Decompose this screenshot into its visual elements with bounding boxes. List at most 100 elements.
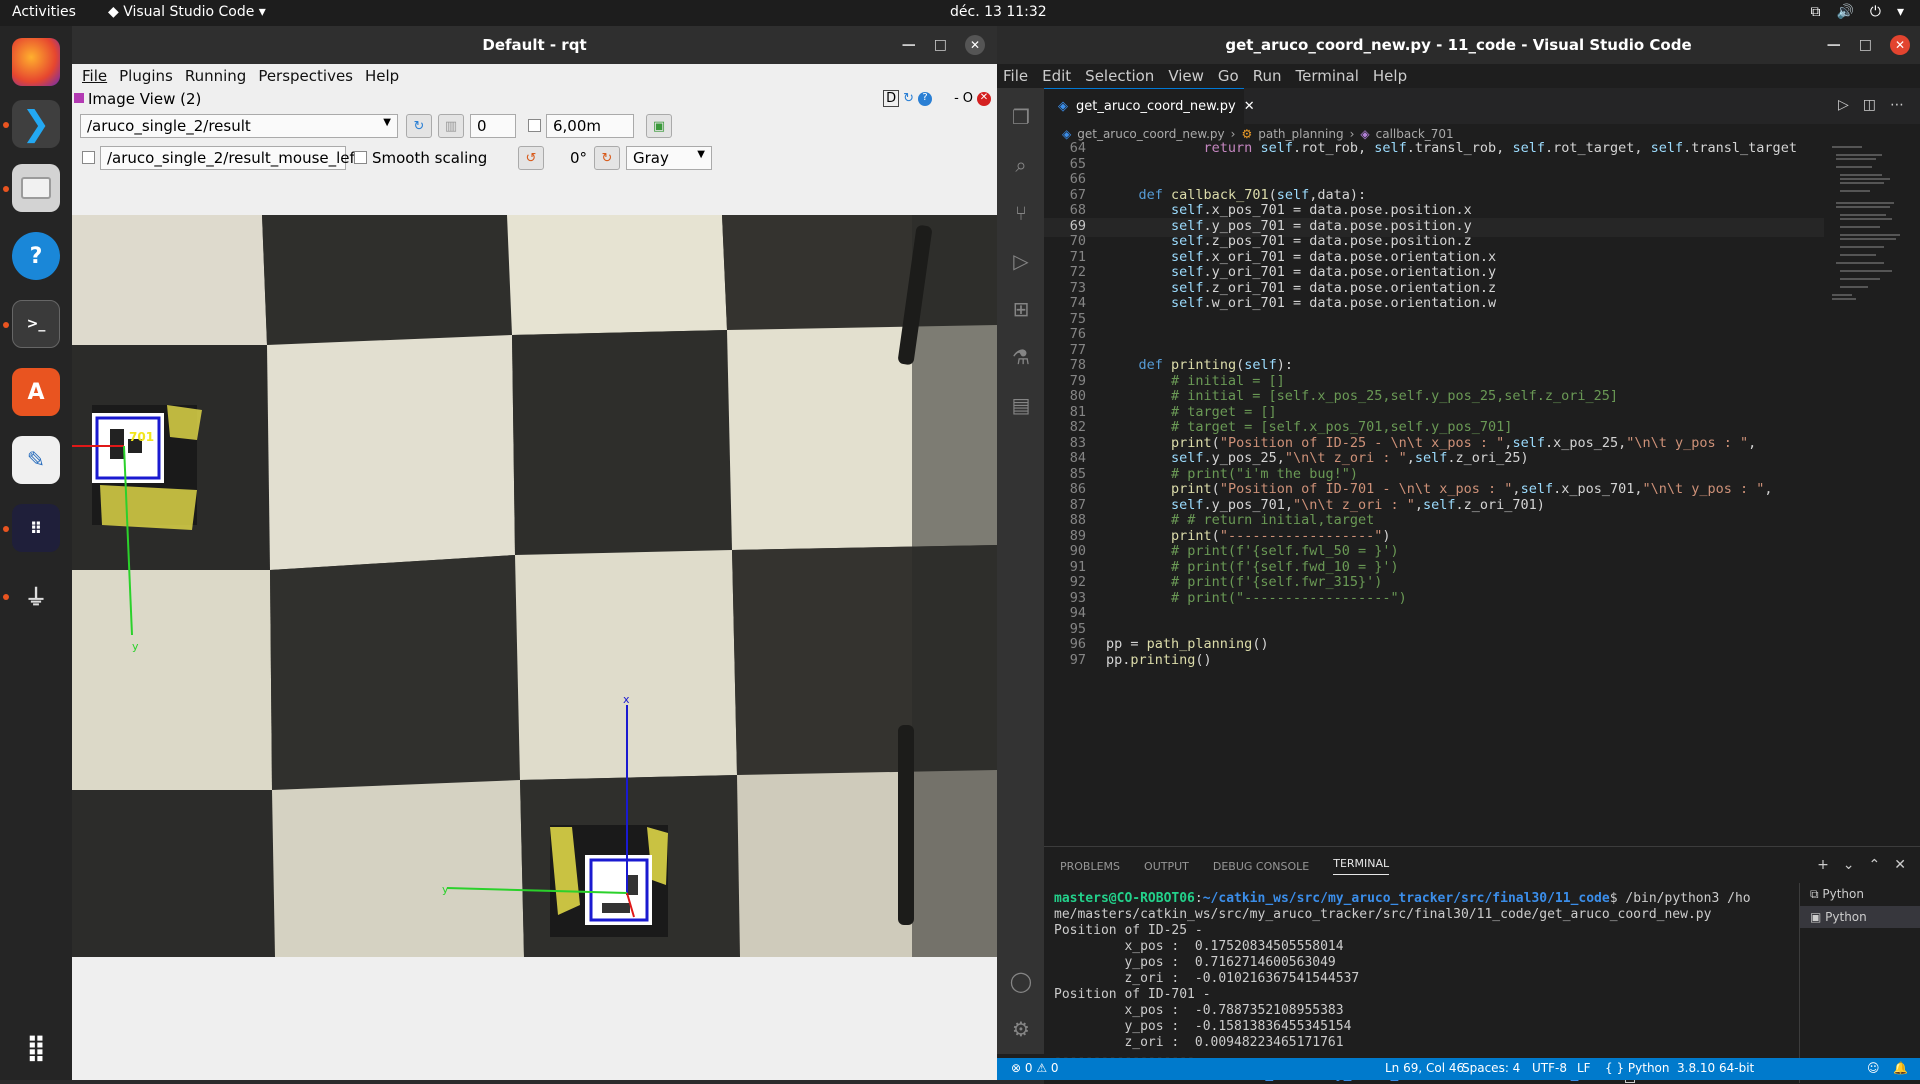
dots-icon[interactable]: ⠿ bbox=[12, 504, 60, 552]
show-apps-icon[interactable]: ⣿ bbox=[12, 1024, 60, 1072]
close-icon[interactable]: ✕ bbox=[1244, 99, 1255, 114]
menu-running[interactable]: Running bbox=[185, 67, 246, 85]
float-icon[interactable]: O bbox=[963, 91, 973, 106]
menu-help[interactable]: Help bbox=[365, 67, 399, 85]
more-actions-icon[interactable]: ⋯ bbox=[1890, 97, 1904, 113]
number-spinbox[interactable]: 0 bbox=[470, 114, 516, 138]
files-icon[interactable] bbox=[12, 164, 60, 212]
search-icon[interactable]: ⌕ bbox=[1008, 152, 1034, 178]
tab-output[interactable]: OUTPUT bbox=[1144, 860, 1189, 873]
dock-toggle-button[interactable]: D bbox=[883, 90, 900, 107]
minimize-icon[interactable]: — bbox=[1827, 37, 1841, 53]
reload-icon[interactable]: ↻ bbox=[903, 91, 914, 106]
terminal-output[interactable]: masters@CO-ROBOT06:~/catkin_ws/src/my_ar… bbox=[1054, 891, 1814, 1083]
system-tray[interactable]: ⧉ 🔊 ⏻ ▾ bbox=[1810, 4, 1904, 20]
menu-help[interactable]: Help bbox=[1373, 67, 1407, 85]
firefox-icon[interactable] bbox=[12, 38, 60, 86]
zoom-fit-button[interactable]: ▣ bbox=[646, 114, 672, 138]
clock[interactable]: déc. 13 11:32 bbox=[950, 4, 1047, 20]
close-icon[interactable]: ✕ bbox=[1890, 35, 1910, 55]
maximize-icon[interactable]: □ bbox=[1859, 37, 1872, 53]
menu-perspectives[interactable]: Perspectives bbox=[258, 67, 353, 85]
extensions-icon[interactable]: ⊞ bbox=[1008, 296, 1034, 322]
refresh-button[interactable]: ↻ bbox=[406, 114, 432, 138]
new-terminal-icon[interactable]: + bbox=[1817, 857, 1829, 873]
rotate-right-button[interactable]: ↻ bbox=[594, 146, 620, 170]
run-debug-icon[interactable]: ▷ bbox=[1008, 248, 1034, 274]
menu-terminal[interactable]: Terminal bbox=[1296, 67, 1359, 85]
settings-gear-icon[interactable]: ⚙ bbox=[1008, 1016, 1034, 1042]
line-number: 77 bbox=[1069, 341, 1086, 358]
feedback-icon[interactable]: ☺ bbox=[1867, 1061, 1880, 1075]
split-editor-icon[interactable]: ◫ bbox=[1863, 97, 1876, 113]
help-icon[interactable]: ? bbox=[918, 91, 933, 106]
tab-debug-console[interactable]: DEBUG CONSOLE bbox=[1213, 860, 1309, 873]
close-icon[interactable]: ✕ bbox=[965, 35, 985, 55]
y-axis-label: y bbox=[132, 640, 139, 653]
code-editor[interactable]: 64 return self.rot_rob, self.transl_rob,… bbox=[1044, 140, 1920, 846]
distance-checkbox[interactable] bbox=[528, 119, 541, 132]
close-panel-icon[interactable]: ✕ bbox=[1894, 857, 1906, 873]
colormap-select[interactable]: Gray ▼ bbox=[626, 146, 712, 170]
menu-edit[interactable]: Edit bbox=[1042, 67, 1071, 85]
mouse-topic-input[interactable]: /aruco_single_2/result_mouse_left bbox=[100, 146, 360, 170]
vscode-icon[interactable]: ❯ bbox=[12, 100, 60, 148]
maximize-panel-icon[interactable]: ⌃ bbox=[1869, 857, 1881, 873]
maximize-icon[interactable]: □ bbox=[934, 37, 947, 53]
breadcrumb-method[interactable]: callback_701 bbox=[1376, 127, 1454, 141]
app-center-icon[interactable]: A bbox=[12, 368, 60, 416]
tab-problems[interactable]: PROBLEMS bbox=[1060, 860, 1120, 873]
usb-icon[interactable]: ⏚ bbox=[12, 572, 60, 620]
app-menu[interactable]: ◆ Visual Studio Code ▾ bbox=[108, 4, 266, 20]
accounts-icon[interactable]: ◯ bbox=[1008, 968, 1034, 994]
terminal-session-1[interactable]: ⧉ Python bbox=[1800, 883, 1920, 906]
terminal-icon[interactable]: >_ bbox=[12, 300, 60, 348]
terminal-session-2[interactable]: ▣ Python bbox=[1800, 906, 1920, 928]
menu-plugins[interactable]: Plugins bbox=[119, 67, 173, 85]
testing-icon[interactable]: ⚗ bbox=[1008, 344, 1034, 370]
text-editor-icon[interactable]: ✎ bbox=[12, 436, 60, 484]
remote-icon[interactable]: ▤ bbox=[1008, 392, 1034, 418]
terminal-line: y_pos : -0.15813836455345154 bbox=[1054, 1019, 1352, 1034]
menu-go[interactable]: Go bbox=[1218, 67, 1239, 85]
minimap[interactable] bbox=[1822, 144, 1902, 444]
chevron-down-icon[interactable]: ⌄ bbox=[1843, 857, 1855, 873]
run-icon[interactable]: ▷ bbox=[1838, 97, 1849, 113]
bell-icon[interactable]: 🔔 bbox=[1893, 1061, 1908, 1075]
problems-status[interactable]: ⊗ 0 ⚠ 0 bbox=[1011, 1061, 1059, 1075]
language-mode[interactable]: { } Python bbox=[1605, 1061, 1670, 1075]
distance-spinbox[interactable]: 6,00m bbox=[546, 114, 634, 138]
save-button[interactable]: ▥ bbox=[438, 114, 464, 138]
minimize-plugin-icon[interactable]: - bbox=[954, 91, 959, 106]
menu-file[interactable]: File bbox=[1003, 67, 1028, 85]
tab-terminal[interactable]: TERMINAL bbox=[1333, 857, 1390, 875]
menu-selection[interactable]: Selection bbox=[1085, 67, 1154, 85]
rotate-left-button[interactable]: ↺ bbox=[518, 146, 544, 170]
cursor-position[interactable]: Ln 69, Col 46 bbox=[1385, 1061, 1464, 1075]
source-control-icon[interactable]: ⑂ bbox=[1008, 200, 1034, 226]
line-number: 94 bbox=[1069, 605, 1086, 621]
end-of-line[interactable]: LF bbox=[1577, 1061, 1591, 1075]
menu-view[interactable]: View bbox=[1168, 67, 1204, 85]
help-icon[interactable]: ? bbox=[12, 232, 60, 280]
line-number: 86 bbox=[1069, 481, 1086, 497]
menu-file[interactable]: File bbox=[82, 67, 107, 85]
minimize-icon[interactable]: — bbox=[902, 37, 916, 53]
breadcrumb-file[interactable]: get_aruco_coord_new.py bbox=[1077, 127, 1224, 141]
breadcrumb-class[interactable]: path_planning bbox=[1258, 127, 1343, 141]
activities-button[interactable]: Activities bbox=[12, 4, 76, 20]
topic-select[interactable]: /aruco_single_2/result ▼ bbox=[80, 114, 398, 138]
python-interpreter[interactable]: 3.8.10 64-bit bbox=[1677, 1061, 1754, 1075]
tab-get-aruco-coord[interactable]: ◈ get_aruco_coord_new.py ✕ bbox=[1044, 88, 1255, 124]
tab-label: get_aruco_coord_new.py bbox=[1076, 99, 1236, 114]
menu-run[interactable]: Run bbox=[1253, 67, 1282, 85]
explorer-icon[interactable]: ❐ bbox=[1008, 104, 1034, 130]
encoding[interactable]: UTF-8 bbox=[1532, 1061, 1567, 1075]
close-plugin-icon[interactable]: ✕ bbox=[977, 91, 991, 106]
code-line[interactable]: 97 pp.printing() bbox=[1044, 652, 1824, 671]
code-text: def callback_701(self,data): bbox=[1138, 186, 1367, 203]
mouse-topic-checkbox[interactable] bbox=[82, 151, 95, 164]
camera-image-view[interactable]: 701 y x y bbox=[72, 215, 997, 957]
smooth-scaling-checkbox[interactable] bbox=[354, 151, 367, 164]
indentation[interactable]: Spaces: 4 bbox=[1462, 1061, 1520, 1075]
